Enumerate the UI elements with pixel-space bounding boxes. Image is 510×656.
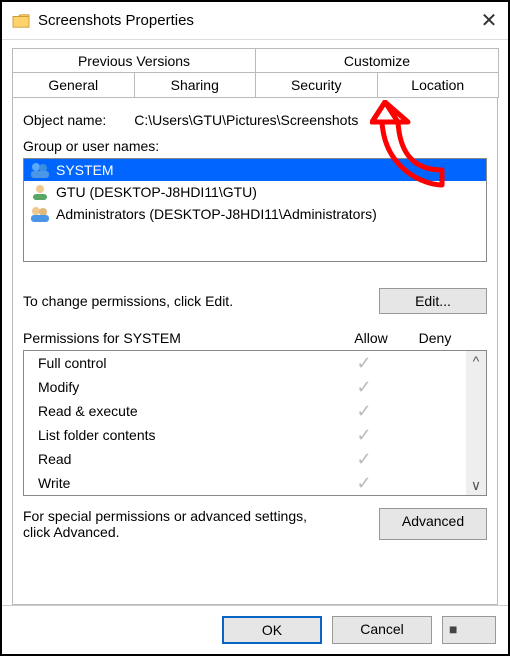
- object-name-label: Object name:: [23, 112, 106, 128]
- window-title: Screenshots Properties: [38, 12, 480, 29]
- check-icon: ✓: [332, 428, 396, 442]
- group-label: Group or user names:: [23, 138, 487, 154]
- tab-customize[interactable]: Customize: [255, 48, 499, 73]
- tab-security[interactable]: Security: [255, 72, 378, 98]
- security-panel: Object name: C:\Users\GTU\Pictures\Scree…: [12, 98, 498, 605]
- ok-button[interactable]: OK: [222, 616, 322, 644]
- perm-row: Read & execute ✓: [24, 399, 466, 423]
- permissions-header: Permissions for SYSTEM: [23, 330, 339, 346]
- allow-header: Allow: [339, 330, 403, 346]
- perm-row: Full control ✓: [24, 351, 466, 375]
- permissions-list: Full control ✓ Modify ✓ Read & execute ✓…: [23, 350, 487, 496]
- tab-previous-versions[interactable]: Previous Versions: [12, 48, 256, 73]
- advanced-hint: For special permissions or advanced sett…: [23, 508, 379, 540]
- tab-location[interactable]: Location: [377, 72, 500, 98]
- tab-general[interactable]: General: [12, 72, 135, 98]
- perm-row: Read ✓: [24, 447, 466, 471]
- perm-label: Write: [30, 475, 332, 491]
- perm-label: Read & execute: [30, 403, 332, 419]
- check-icon: ✓: [332, 476, 396, 490]
- chevron-up-icon[interactable]: ^: [466, 351, 486, 371]
- perm-label: Modify: [30, 379, 332, 395]
- list-item[interactable]: Administrators (DESKTOP-J8HDI11\Administ…: [24, 203, 486, 225]
- list-item-label: GTU (DESKTOP-J8HDI11\GTU): [56, 184, 257, 200]
- tab-sharing[interactable]: Sharing: [134, 72, 257, 98]
- check-icon: ✓: [332, 356, 396, 370]
- list-item[interactable]: SYSTEM: [24, 159, 486, 181]
- users-icon: [30, 205, 50, 223]
- edit-button[interactable]: Edit...: [379, 288, 487, 314]
- check-icon: ✓: [332, 380, 396, 394]
- group-list[interactable]: SYSTEM GTU (DESKTOP-J8HDI11\GTU) Adminis…: [23, 158, 487, 262]
- dialog-buttons: OK Cancel ■: [2, 605, 508, 654]
- tabs: Previous Versions Customize General Shar…: [12, 48, 498, 98]
- perm-row: Write ✓: [24, 471, 466, 495]
- perm-label: Read: [30, 451, 332, 467]
- list-item-label: Administrators (DESKTOP-J8HDI11\Administ…: [56, 206, 377, 222]
- edit-hint: To change permissions, click Edit.: [23, 293, 379, 309]
- perm-row: List folder contents ✓: [24, 423, 466, 447]
- scrollbar[interactable]: ^ ∨: [466, 351, 486, 495]
- advanced-button[interactable]: Advanced: [379, 508, 487, 540]
- object-name-value: C:\Users\GTU\Pictures\Screenshots: [134, 112, 358, 128]
- perm-label: Full control: [30, 355, 332, 371]
- titlebar: Screenshots Properties ✕: [2, 2, 508, 40]
- list-item-label: SYSTEM: [56, 162, 114, 178]
- folder-icon: [12, 13, 30, 29]
- list-item[interactable]: GTU (DESKTOP-J8HDI11\GTU): [24, 181, 486, 203]
- close-icon[interactable]: ✕: [480, 12, 498, 30]
- user-icon: [30, 183, 50, 201]
- cancel-button[interactable]: Cancel: [332, 616, 432, 644]
- apply-button[interactable]: ■: [442, 616, 496, 644]
- check-icon: ✓: [332, 404, 396, 418]
- chevron-down-icon[interactable]: ∨: [466, 475, 486, 495]
- deny-header: Deny: [403, 330, 467, 346]
- perm-row: Modify ✓: [24, 375, 466, 399]
- perm-label: List folder contents: [30, 427, 332, 443]
- properties-dialog: Screenshots Properties ✕ Previous Versio…: [0, 0, 510, 656]
- check-icon: ✓: [332, 452, 396, 466]
- users-icon: [30, 161, 50, 179]
